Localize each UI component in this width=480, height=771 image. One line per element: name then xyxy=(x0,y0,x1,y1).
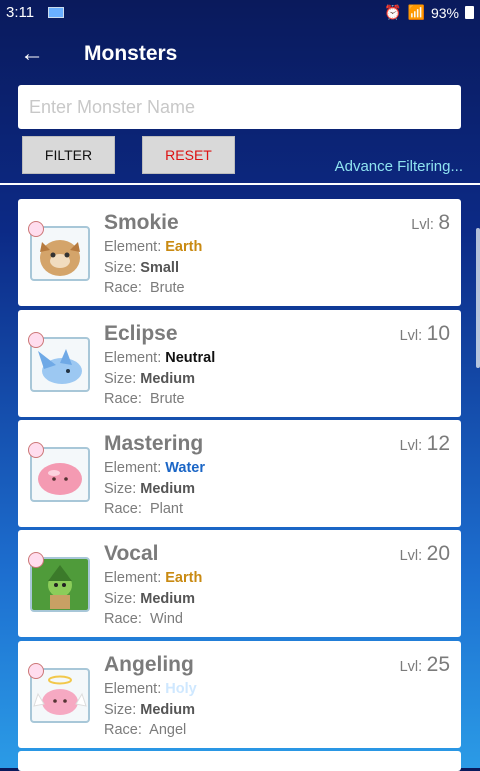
level-value: 10 xyxy=(426,322,450,345)
element-label: Element: xyxy=(104,460,162,476)
level-value: 8 xyxy=(438,211,450,234)
monster-size: Size: Small xyxy=(104,260,179,276)
battery-percent: 93% xyxy=(430,4,459,21)
race-value: Plant xyxy=(149,501,184,517)
race-label: Race: xyxy=(104,501,142,517)
size-value: Medium xyxy=(140,591,196,607)
monster-name: Eclipse xyxy=(104,322,178,345)
monster-race: Race: Plant xyxy=(104,501,183,517)
race-badge-icon xyxy=(28,332,44,348)
divider xyxy=(0,183,480,185)
advanced-filtering-link[interactable]: Advance Filtering... xyxy=(335,158,463,175)
monster-element: Element: Neutral xyxy=(104,350,215,366)
element-label: Element: xyxy=(104,350,162,366)
scrollbar[interactable] xyxy=(476,228,480,368)
element-value: Earth xyxy=(165,570,203,586)
element-label: Element: xyxy=(104,239,162,255)
race-badge-icon xyxy=(28,552,44,568)
size-value: Medium xyxy=(140,702,196,718)
monster-size: Size: Medium xyxy=(104,481,195,497)
monster-size: Size: Medium xyxy=(104,702,195,718)
level-label: Lvl: xyxy=(411,217,434,233)
monster-element: Element: Earth xyxy=(104,239,202,255)
back-arrow-icon[interactable]: ← xyxy=(20,40,44,68)
element-label: Element: xyxy=(104,681,162,697)
notification-icon xyxy=(48,7,64,18)
monster-card[interactable]: Vocal Element: Earth Size: Medium Race: … xyxy=(18,530,461,637)
monster-card[interactable]: Mastering Element: Water Size: Medium Ra… xyxy=(18,420,461,527)
monster-element: Element: Holy xyxy=(104,681,197,697)
monster-search-input[interactable] xyxy=(18,85,461,129)
element-value: Neutral xyxy=(165,350,216,366)
monster-card[interactable]: Angeling Element: Holy Size: Medium Race… xyxy=(18,641,461,748)
monster-level: Lvl: 8 xyxy=(411,211,450,235)
size-label: Size: xyxy=(104,260,137,276)
size-label: Size: xyxy=(104,702,137,718)
level-label: Lvl: xyxy=(399,548,423,564)
status-time: 3:11 xyxy=(6,4,35,21)
level-label: Lvl: xyxy=(399,659,423,675)
level-value: 12 xyxy=(426,432,450,455)
size-label: Size: xyxy=(104,371,137,387)
level-label: Lvl: xyxy=(399,328,423,344)
element-value: Water xyxy=(165,460,206,476)
size-value: Medium xyxy=(140,481,196,497)
status-icons: ⏰ 📶 93% xyxy=(384,4,474,21)
page-title: Monsters xyxy=(84,42,178,65)
wifi-icon: 📶 xyxy=(407,4,425,20)
element-value: Earth xyxy=(165,239,203,255)
level-value: 20 xyxy=(426,542,450,565)
size-value: Small xyxy=(140,260,179,276)
monster-element: Element: Water xyxy=(104,460,205,476)
monster-size: Size: Medium xyxy=(104,371,195,387)
monster-race: Race: Wind xyxy=(104,611,183,627)
race-label: Race: xyxy=(104,391,142,407)
alarm-icon: ⏰ xyxy=(384,4,402,20)
battery-icon xyxy=(465,6,474,19)
size-value: Medium xyxy=(140,371,196,387)
monster-element: Element: Earth xyxy=(104,570,202,586)
race-badge-icon xyxy=(28,221,44,237)
race-value: Angel xyxy=(149,722,187,738)
filter-button[interactable]: FILTER xyxy=(22,136,115,174)
monster-level: Lvl: 25 xyxy=(400,653,450,677)
monster-name: Smokie xyxy=(104,211,179,234)
level-value: 25 xyxy=(426,653,450,676)
monster-level: Lvl: 10 xyxy=(400,322,450,346)
monster-race: Race: Brute xyxy=(104,391,185,407)
app-bar: ← Monsters xyxy=(0,26,480,84)
monster-card[interactable]: Smokie Element: Earth Size: Small Race: … xyxy=(18,199,461,306)
reset-button[interactable]: RESET xyxy=(142,136,235,174)
size-label: Size: xyxy=(104,591,137,607)
monster-level: Lvl: 20 xyxy=(400,542,450,566)
monster-size: Size: Medium xyxy=(104,591,195,607)
race-label: Race: xyxy=(104,280,142,296)
monster-level: Lvl: 12 xyxy=(400,432,450,456)
race-value: Brute xyxy=(149,280,185,296)
race-value: Wind xyxy=(149,611,183,627)
race-label: Race: xyxy=(104,611,142,627)
race-label: Race: xyxy=(104,722,142,738)
status-bar: 3:11 ⏰ 📶 93% xyxy=(0,0,480,26)
monster-name: Vocal xyxy=(104,542,159,565)
element-label: Element: xyxy=(104,570,162,586)
element-value: Holy xyxy=(165,681,197,697)
monster-name: Angeling xyxy=(104,653,194,676)
size-label: Size: xyxy=(104,481,137,497)
monster-race: Race: Angel xyxy=(104,722,186,738)
monster-race: Race: Brute xyxy=(104,280,185,296)
monster-name: Mastering xyxy=(104,432,204,455)
monster-card[interactable]: Eclipse Element: Neutral Size: Medium Ra… xyxy=(18,310,461,417)
race-badge-icon xyxy=(28,663,44,679)
level-label: Lvl: xyxy=(399,438,423,454)
race-value: Brute xyxy=(149,391,185,407)
race-badge-icon xyxy=(28,442,44,458)
monster-card-partial[interactable] xyxy=(18,751,461,771)
